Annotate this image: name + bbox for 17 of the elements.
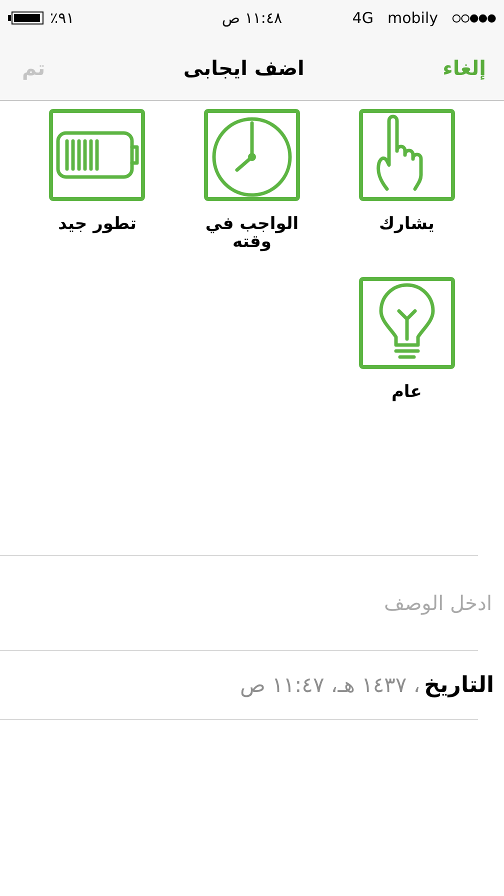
pointing-hand-icon: [358, 109, 455, 201]
status-time: ١١:٤٨ ص: [222, 9, 282, 27]
battery-icon: [49, 109, 146, 201]
clock-icon: [204, 109, 300, 201]
network-type: 4G: [352, 9, 374, 27]
category-label[interactable]: عام: [352, 383, 462, 419]
carrier-name: mobily: [387, 9, 438, 27]
battery-percent: ٪٩١: [50, 9, 74, 27]
category-label[interactable]: تطور جيد: [42, 215, 152, 251]
category-label[interactable]: الواجب في وقته: [197, 215, 308, 251]
date-label: التاريخ: [424, 672, 494, 698]
screen-title: اضف ايجابى: [183, 56, 304, 80]
description-field[interactable]: ادخل الوصف: [10, 590, 494, 616]
battery-icon: [8, 11, 44, 25]
category-label[interactable]: يشارك: [352, 215, 462, 251]
light-bulb-icon: [358, 277, 455, 369]
signal-icon: [452, 14, 496, 22]
